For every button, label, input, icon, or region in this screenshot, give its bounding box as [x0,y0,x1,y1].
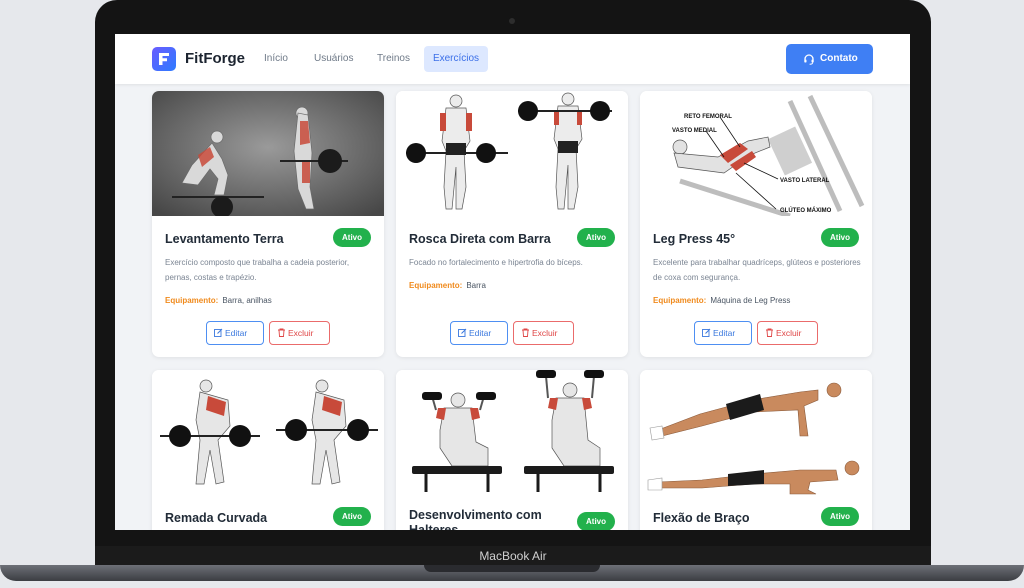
exercise-title: Levantamento Terra [165,232,284,246]
edit-icon [458,328,467,337]
exercise-card: RETO FEMORAL VASTO MEDIAL VASTO LATERAL … [640,91,872,357]
label-reto-femoral: RETO FEMORAL [684,114,732,120]
edit-label: Editar [225,328,248,338]
trash-icon [522,328,529,337]
exercise-image-leg-press: RETO FEMORAL VASTO MEDIAL VASTO LATERAL … [640,91,872,216]
nav-link-exercicios[interactable]: Exercícios [424,46,488,72]
exercise-title: Flexão de Braço [653,511,750,525]
equipment-value: Barra, anilhas [222,296,272,305]
status-badge: Ativo [821,228,859,247]
status-badge: Ativo [333,228,371,247]
status-badge: Ativo [577,512,615,530]
contact-button[interactable]: Contato [786,44,873,74]
exercise-image-bent-over-row [152,370,384,495]
exercise-description: Focado no fortalecimento e hipertrofia d… [409,258,583,267]
exercise-image-push-up [640,370,872,495]
status-badge: Ativo [333,507,371,526]
brand-name[interactable]: FitForge [185,50,245,67]
exercise-title: Desenvolvimento com Halteres [409,508,542,530]
label-vasto-lateral: VASTO LATERAL [780,178,830,184]
equipment-line: Equipamento: Barra [409,281,486,290]
edit-icon [702,328,711,337]
exercise-image-dumbbell-press [396,370,628,495]
status-badge: Ativo [821,507,859,526]
equipment-label: Equipamento: [409,281,463,290]
laptop-base-notch [424,565,600,572]
edit-label: Editar [713,328,736,338]
exercise-title: Leg Press 45° [653,232,736,246]
exercise-description: Exercício composto que trabalha a cadeia… [165,258,350,282]
delete-button[interactable]: Excluir [513,321,574,345]
camera-dot [509,18,515,24]
edit-icon [214,328,223,337]
equipment-line: Equipamento: Barra, anilhas [165,296,272,305]
exercise-image-deadlift [152,91,384,216]
exercise-title: Rosca Direta com Barra [409,232,551,246]
exercise-image-barbell-curl [396,91,628,216]
trash-icon [278,328,285,337]
delete-button[interactable]: Excluir [269,321,330,345]
edit-label: Editar [469,328,492,338]
edit-button[interactable]: Editar [694,321,752,345]
edit-button[interactable]: Editar [450,321,508,345]
trash-icon [766,328,773,337]
edit-button[interactable]: Editar [206,321,264,345]
nav-link-inicio[interactable]: Início [255,46,297,72]
label-vasto-medial: VASTO MEDIAL [672,128,717,134]
exercise-card: Remada Curvada Ativo [152,370,384,530]
equipment-line: Equipamento: Máquina de Leg Press [653,296,790,305]
navbar: FitForge Início Usuários Treinos Exercíc… [115,34,910,84]
delete-label: Excluir [532,328,558,338]
equipment-value: Máquina de Leg Press [710,296,791,305]
contact-label: Contato [820,53,858,64]
headset-icon [804,54,814,65]
app-screen: FitForge Início Usuários Treinos Exercíc… [115,34,910,530]
delete-label: Excluir [288,328,314,338]
exercise-card: Flexão de Braço Ativo [640,370,872,530]
delete-button[interactable]: Excluir [757,321,818,345]
device-label: MacBook Air [479,549,547,563]
equipment-label: Equipamento: [653,296,707,305]
nav-link-treinos[interactable]: Treinos [368,46,419,72]
equipment-value: Barra [466,281,486,290]
label-gluteo-maximo: GLÚTEO MÁXIMO [780,207,832,214]
exercise-card: Rosca Direta com Barra Ativo Focado no f… [396,91,628,357]
exercise-card: Levantamento Terra Ativo Exercício compo… [152,91,384,357]
exercise-description: Excelente para trabalhar quadríceps, glú… [653,258,861,282]
exercise-title: Remada Curvada [165,511,268,525]
equipment-label: Equipamento: [165,296,219,305]
nav-link-usuarios[interactable]: Usuários [305,46,362,72]
fitforge-logo-icon[interactable] [152,47,176,71]
exercise-card: Desenvolvimento com Halteres Ativo [396,370,628,530]
status-badge: Ativo [577,228,615,247]
delete-label: Excluir [776,328,802,338]
